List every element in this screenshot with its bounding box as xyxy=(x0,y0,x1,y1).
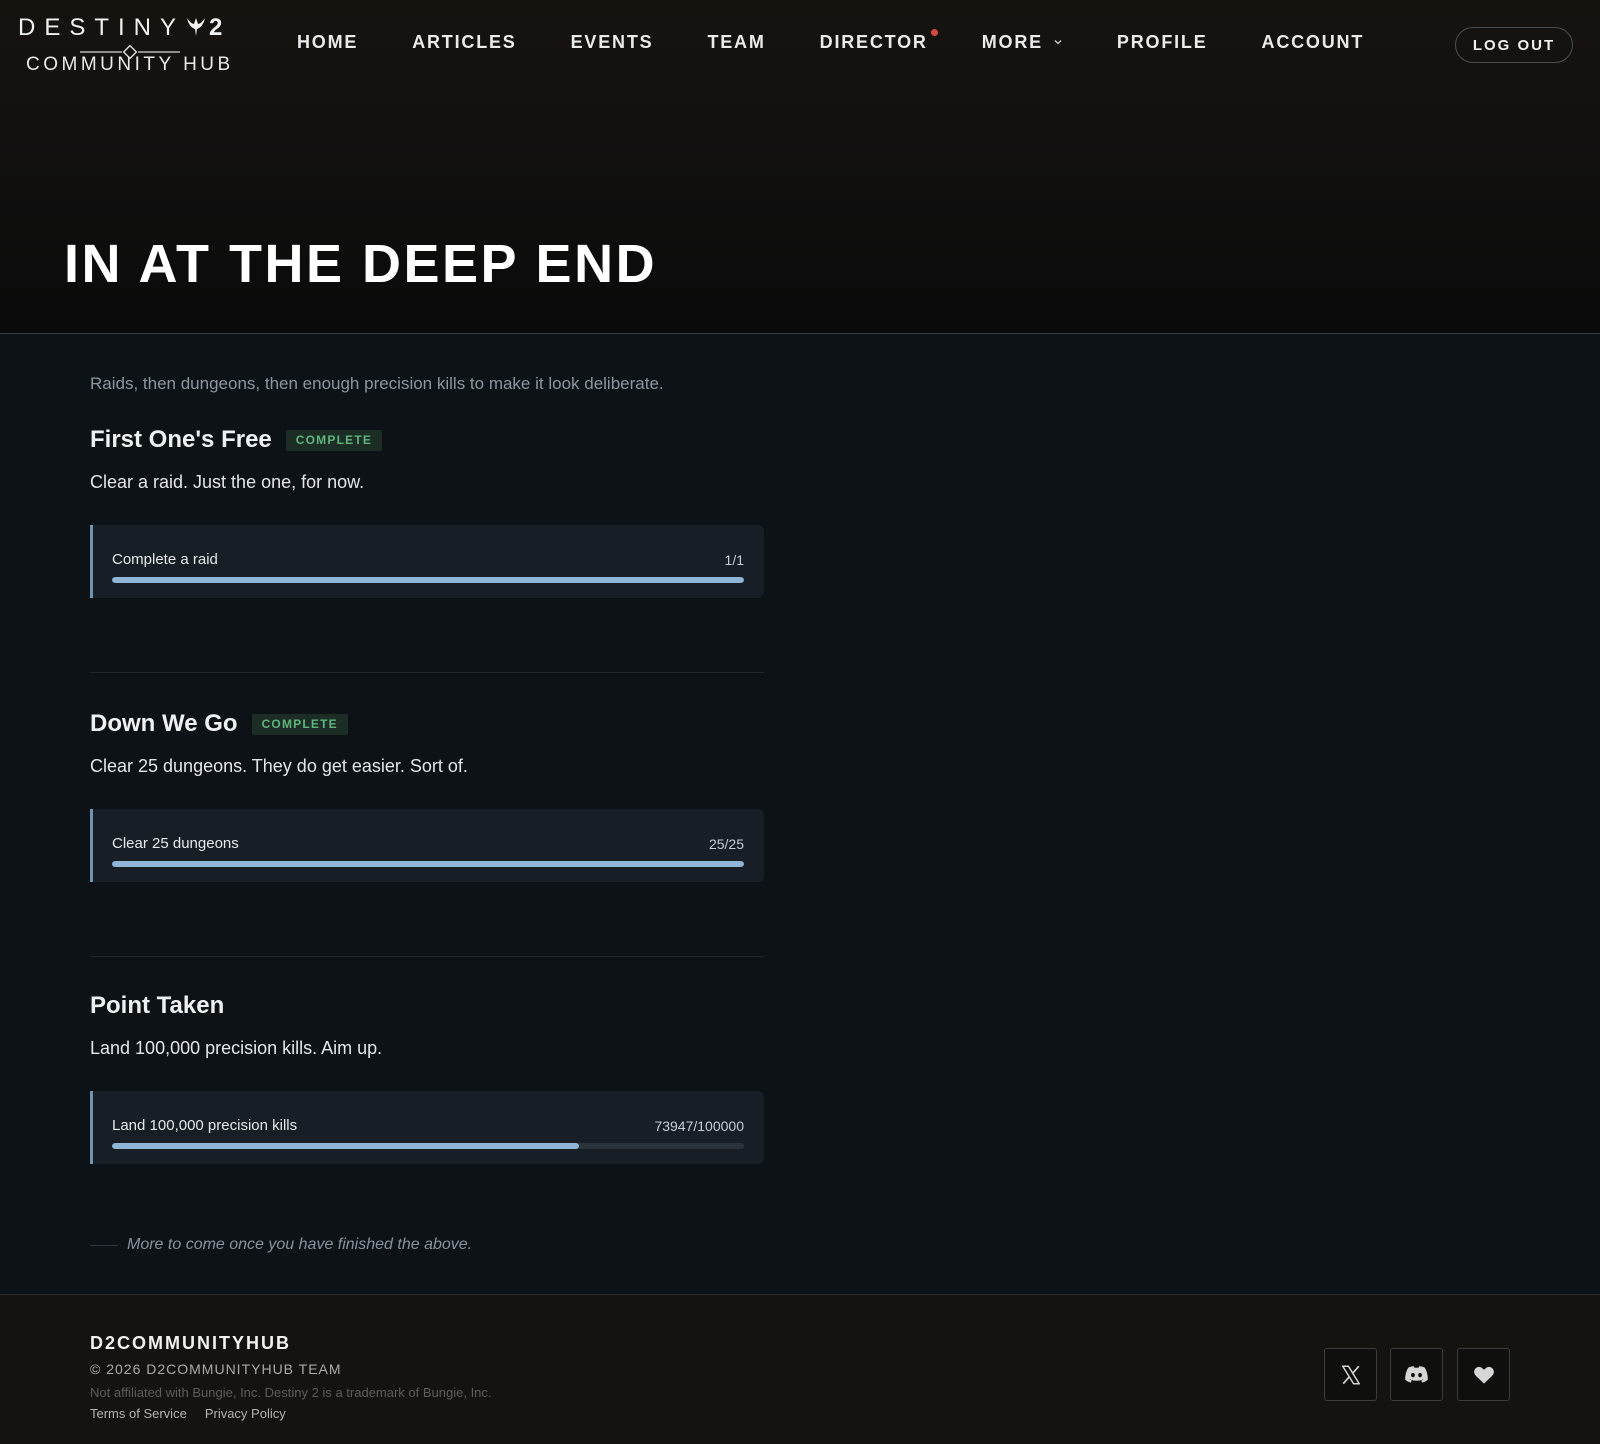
x-social-button[interactable] xyxy=(1324,1348,1377,1401)
logo-subtitle: COMMUNITY HUB xyxy=(26,54,234,75)
terms-link[interactable]: Terms of Service xyxy=(90,1406,187,1421)
page-intro: Raids, then dungeons, then enough precis… xyxy=(90,374,664,393)
achievement-description: Clear a raid. Just the one, for now. xyxy=(90,472,365,492)
main-nav: HOME ARTICLES EVENTS TEAM DIRECTOR MORE … xyxy=(297,28,1365,54)
objective-count: 25/25 xyxy=(708,836,744,852)
achievement-card: Point Taken Land 100,000 precision kills… xyxy=(90,992,764,1164)
objective-panel: Land 100,000 precision kills 73947/10000… xyxy=(90,1091,764,1164)
achievement-title: Point Taken xyxy=(90,992,225,1019)
nav-articles[interactable]: ARTICLES xyxy=(412,32,516,53)
complete-badge: COMPLETE xyxy=(285,429,383,451)
objective-label: Complete a raid xyxy=(112,551,218,568)
complete-badge: COMPLETE xyxy=(251,713,348,735)
objective-label: Land 100,000 precision kills xyxy=(112,1117,298,1134)
logo-wordmark: DESTINY 2 xyxy=(18,14,228,42)
nav-team[interactable]: TEAM xyxy=(707,32,765,53)
section-divider xyxy=(90,956,764,957)
support-social-button[interactable] xyxy=(1457,1348,1510,1401)
more-to-come-note: More to come once you have finished the … xyxy=(90,1236,472,1254)
section-divider xyxy=(90,672,764,673)
footer-links: Terms of Service Privacy Policy xyxy=(90,1406,304,1421)
discord-social-button[interactable] xyxy=(1390,1348,1443,1401)
chevron-down-icon xyxy=(1054,40,1062,45)
site-logo[interactable]: DESTINY 2 COMMUNITY HUB xyxy=(18,14,230,76)
nav-events[interactable]: EVENTS xyxy=(571,32,654,53)
nav-account[interactable]: ACCOUNT xyxy=(1262,32,1365,53)
footer-disclaimer: Not affiliated with Bungie, Inc. Destiny… xyxy=(90,1385,492,1400)
achievement-card: First One's Free COMPLETE Clear a raid. … xyxy=(90,426,764,598)
achievement-title: First One's Free xyxy=(90,426,272,453)
logo-number: 2 xyxy=(209,14,223,41)
footer-copyright: © 2026 D2COMMUNITYHUB TEAM xyxy=(90,1361,342,1377)
note-rule xyxy=(90,1244,118,1246)
nav-more-label: MORE xyxy=(981,31,1043,52)
privacy-link[interactable]: Privacy Policy xyxy=(205,1406,286,1421)
footer-brand: D2COMMUNITYHUB xyxy=(90,1333,291,1353)
nav-director[interactable]: DIRECTOR xyxy=(819,28,938,53)
progress-bar xyxy=(112,861,744,867)
objective-label: Clear 25 dungeons xyxy=(112,835,239,852)
achievement-header: Down We Go COMPLETE xyxy=(90,710,764,738)
page-title: IN AT THE DEEP END xyxy=(64,234,658,294)
achievement-header: Point Taken xyxy=(90,992,764,1020)
notification-dot xyxy=(930,28,938,36)
progress-bar xyxy=(112,577,744,583)
achievement-card: Down We Go COMPLETE Clear 25 dungeons. T… xyxy=(90,710,764,882)
achievement-header: First One's Free COMPLETE xyxy=(90,426,764,454)
achievements-content: Raids, then dungeons, then enough precis… xyxy=(90,334,764,1253)
objective-panel: Clear 25 dungeons 25/25 xyxy=(90,809,764,882)
nav-profile[interactable]: PROFILE xyxy=(1117,32,1208,53)
progress-bar xyxy=(112,1143,744,1149)
nav-more-dropdown[interactable]: MORE xyxy=(982,32,1063,53)
heart-icon xyxy=(1473,1366,1494,1384)
site-footer: D2COMMUNITYHUB © 2026 D2COMMUNITYHUB TEA… xyxy=(0,1294,1600,1444)
logout-button[interactable]: LOG OUT xyxy=(1455,27,1573,63)
nav-home[interactable]: HOME xyxy=(297,32,358,53)
objective-count: 73947/100000 xyxy=(654,1118,744,1134)
achievement-title: Down We Go xyxy=(90,710,238,737)
nav-director-label: DIRECTOR xyxy=(819,31,928,52)
progress-fill xyxy=(112,1143,580,1149)
progress-fill xyxy=(112,861,744,867)
logo-destiny-text: DESTINY xyxy=(18,14,186,41)
objective-panel: Complete a raid 1/1 xyxy=(90,525,764,598)
hero-banner: DESTINY 2 COMMUNITY HUB HOME ARTICLES EV… xyxy=(0,0,1600,334)
achievement-description: Clear 25 dungeons. They do get easier. S… xyxy=(90,756,468,776)
logo-tricorn-icon xyxy=(185,15,207,37)
objective-count: 1/1 xyxy=(724,552,744,568)
x-icon xyxy=(1341,1365,1360,1384)
more-to-come-text: More to come once you have finished the … xyxy=(127,1236,473,1253)
achievement-description: Land 100,000 precision kills. Aim up. xyxy=(90,1038,383,1058)
discord-icon xyxy=(1405,1366,1428,1383)
progress-fill xyxy=(112,577,744,583)
